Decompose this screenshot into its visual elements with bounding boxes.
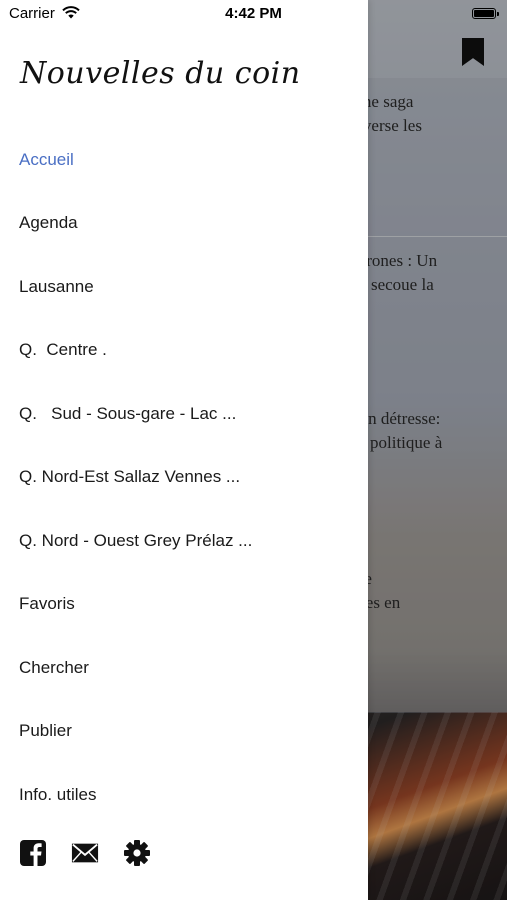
mail-icon[interactable] xyxy=(71,838,99,868)
drawer-footer xyxy=(19,838,151,868)
status-bar: Carrier 4:42 PM xyxy=(0,0,507,28)
drawer-menu: Accueil Agenda Lausanne Q. Centre . Q. S… xyxy=(0,128,368,827)
menu-item-info-utiles[interactable]: Info. utiles xyxy=(0,763,368,827)
menu-item-quartier-nord-ouest[interactable]: Q. Nord - Ouest Grey Prélaz ... xyxy=(0,509,368,573)
menu-item-publier[interactable]: Publier xyxy=(0,700,368,764)
gear-icon[interactable] xyxy=(123,838,151,868)
menu-item-quartier-centre[interactable]: Q. Centre . xyxy=(0,319,368,383)
menu-item-agenda[interactable]: Agenda xyxy=(0,192,368,256)
facebook-icon[interactable] xyxy=(19,838,47,868)
menu-item-lausanne[interactable]: Lausanne xyxy=(0,255,368,319)
side-drawer: Nouvelles du coin Accueil Agenda Lausann… xyxy=(0,0,368,900)
app-logo-title: Nouvelles du coin xyxy=(20,56,301,91)
status-time: 4:42 PM xyxy=(225,5,282,22)
menu-item-quartier-sud[interactable]: Q. Sud - Sous-gare - Lac ... xyxy=(0,382,368,446)
menu-item-accueil[interactable]: Accueil xyxy=(0,128,368,192)
battery-icon xyxy=(472,8,499,19)
menu-item-chercher[interactable]: Chercher xyxy=(0,636,368,700)
menu-item-quartier-nord-est[interactable]: Q. Nord-Est Sallaz Vennes ... xyxy=(0,446,368,510)
menu-item-favoris[interactable]: Favoris xyxy=(0,573,368,637)
